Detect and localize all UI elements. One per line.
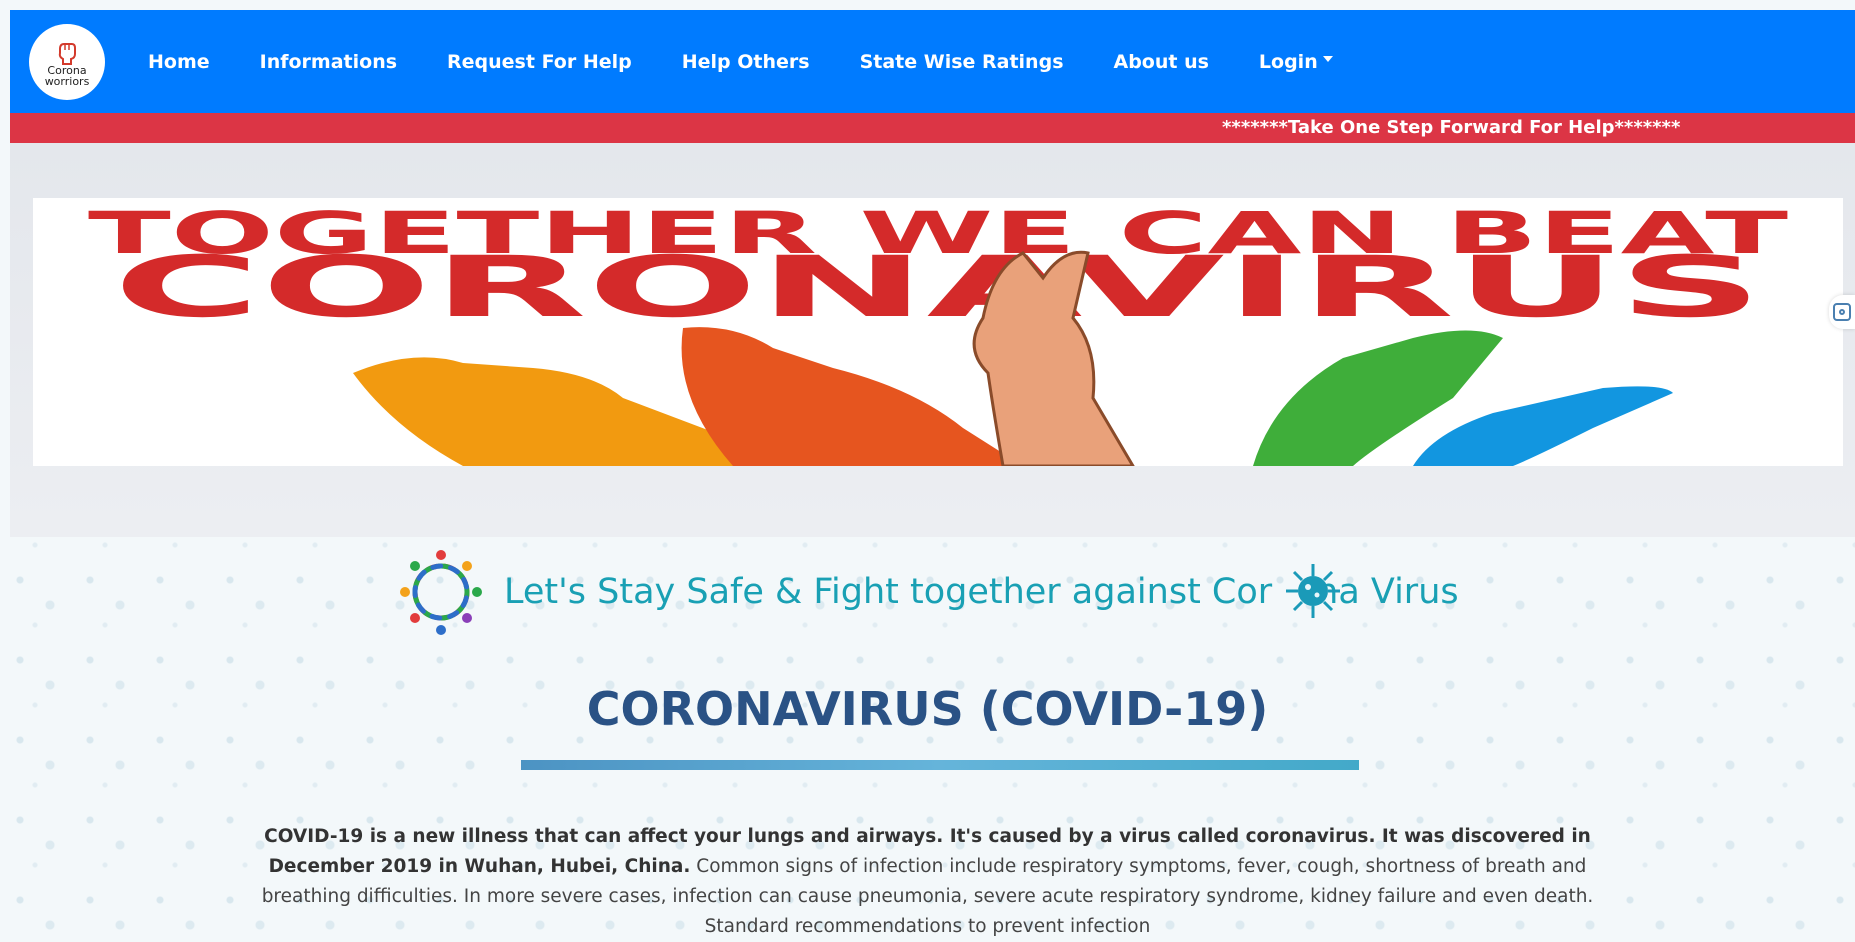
banner-carousel: TOGETHER WE CAN BEAT CORONAVIRUS: [10, 143, 1855, 537]
virus-icon: [1286, 564, 1340, 618]
motto-row: Let's Stay Safe & Fight together against…: [400, 546, 1459, 638]
banner-line2: CORONAVIRUS: [113, 238, 1763, 336]
title-underline: [521, 760, 1359, 770]
nav-home[interactable]: Home: [148, 51, 210, 73]
motto-text-start: Let's Stay Safe & Fight together against…: [504, 572, 1273, 612]
nav-about-us[interactable]: About us: [1114, 51, 1209, 73]
caret-down-icon: [1322, 55, 1333, 62]
nav-help-others[interactable]: Help Others: [682, 51, 810, 73]
visual-search-button[interactable]: [1829, 295, 1855, 329]
login-label: Login: [1258, 50, 1318, 73]
intro-paragraph: COVID-19 is a new illness that can affec…: [240, 822, 1615, 942]
brand-text-line2: worriors: [44, 74, 90, 88]
nav-links: Home Informations Request For Help Help …: [148, 51, 1383, 73]
brand-logo[interactable]: Corona worriors: [29, 23, 105, 100]
nav-state-wise-ratings[interactable]: State Wise Ratings: [860, 51, 1064, 73]
motto-text: Let's Stay Safe & Fight together against…: [504, 564, 1459, 618]
fist-icon: [58, 42, 76, 65]
banner-illustration: TOGETHER WE CAN BEAT CORONAVIRUS: [88, 199, 1789, 466]
page-frame: Corona worriors Home Informations Reques…: [10, 10, 1855, 143]
people-circle-icon: [400, 550, 482, 635]
red-hand-icon: [681, 327, 1023, 466]
page-title: CORONAVIRUS (COVID-19): [586, 682, 1269, 736]
nav-request-for-help[interactable]: Request For Help: [447, 51, 632, 73]
ticker-text: *******Take One Step Forward For Help***…: [1222, 117, 1681, 138]
ticker-bar: *******Take One Step Forward For Help***…: [10, 113, 1855, 143]
navbar: Corona worriors Home Informations Reques…: [10, 10, 1855, 113]
login-dropdown[interactable]: Login: [1259, 51, 1333, 73]
nav-informations[interactable]: Informations: [260, 51, 397, 73]
scan-icon: [1833, 303, 1851, 321]
banner-image: TOGETHER WE CAN BEAT CORONAVIRUS: [33, 198, 1843, 466]
brand-text-line1: Corona: [47, 63, 87, 77]
